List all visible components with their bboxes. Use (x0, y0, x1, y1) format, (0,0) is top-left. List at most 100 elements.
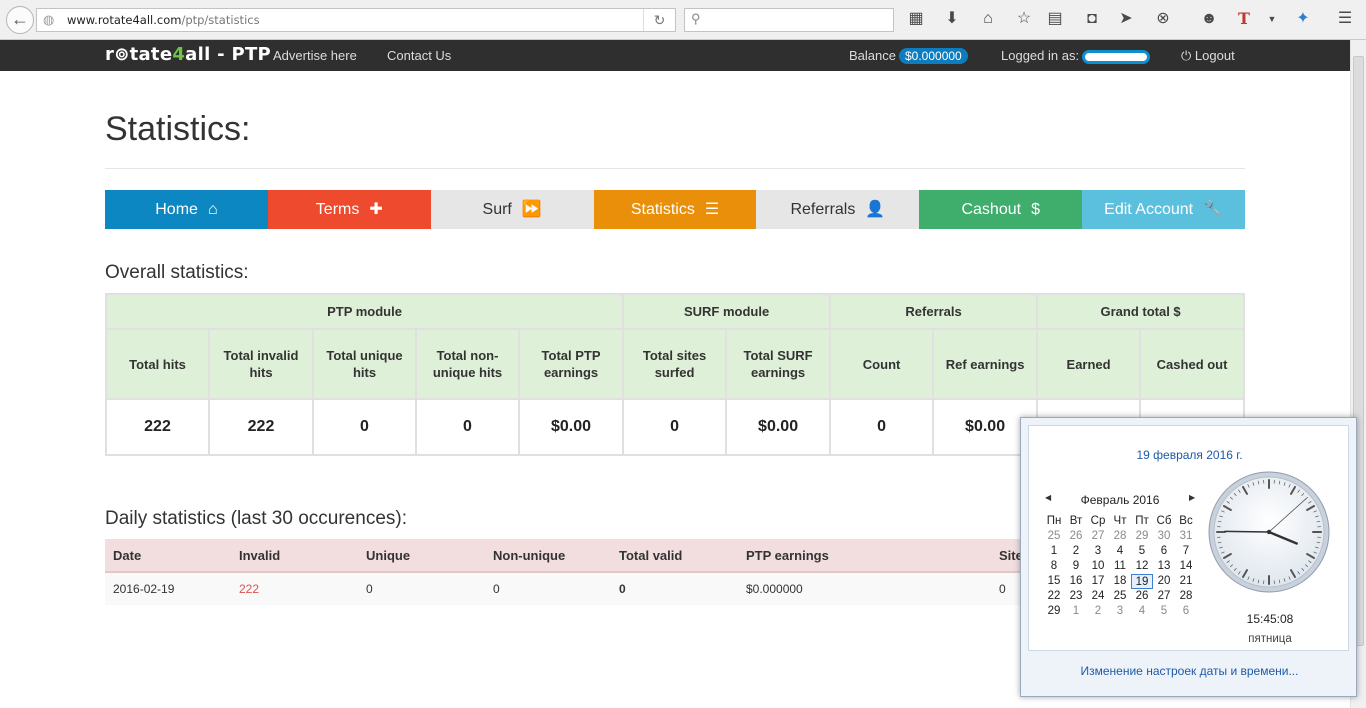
advertise-link[interactable]: Advertise here (273, 48, 357, 63)
calendar-week: 8 9 10 11 12 13 14 (1043, 559, 1199, 574)
pocket-icon[interactable]: ◘ (1082, 9, 1102, 29)
logout-link[interactable]: ⏻ Logout (1181, 48, 1235, 64)
next-month-icon[interactable]: ▶ (1189, 493, 1195, 502)
calendar-day[interactable]: 1 (1065, 604, 1087, 619)
chat-icon[interactable]: ☻ (1199, 9, 1219, 29)
page-title: Statistics: (105, 110, 251, 148)
long-date-link[interactable]: 19 февраля 2016 г. (1029, 448, 1350, 462)
calendar-day[interactable]: 15 (1043, 574, 1065, 589)
calendar-day[interactable]: 24 (1087, 589, 1109, 604)
adblock-icon[interactable]: ⊗ (1153, 9, 1173, 29)
calendar-day[interactable]: 2 (1065, 544, 1087, 559)
calendar-day[interactable]: 31 (1175, 529, 1197, 544)
calendar-day[interactable]: 12 (1131, 559, 1153, 574)
menu-surf-button[interactable]: Surf ⏩ (430, 190, 594, 229)
bookmark-star-icon[interactable]: ☆ (1014, 9, 1034, 29)
calendar-day[interactable]: 6 (1175, 604, 1197, 619)
calendar-day[interactable]: 1 (1043, 544, 1065, 559)
reload-icon[interactable]: ↻ (643, 9, 675, 31)
table-cell[interactable]: 222 (231, 572, 358, 605)
table-cell: 0 (611, 572, 738, 605)
calendar-day[interactable]: 3 (1087, 544, 1109, 559)
username-badge[interactable] (1082, 49, 1151, 64)
weekday-label: Сб (1156, 515, 1172, 527)
calendar-day[interactable]: 4 (1109, 544, 1131, 559)
accessibility-icon[interactable]: ✦ (1293, 9, 1313, 29)
main-menu: Home ⌂ Terms ✚ Surf ⏩ Statistics ☰ Referrals 👤 Cas… (105, 190, 1246, 229)
calendar-day[interactable]: 23 (1065, 589, 1087, 604)
site-navbar: r⊚tate4all - PTP Advertise here Contact … (0, 40, 1350, 71)
calendar-day[interactable]: 10 (1087, 559, 1109, 574)
calendar-day[interactable]: 11 (1109, 559, 1131, 574)
calendar-grid: Пн Вт Ср Чт Пт Сб Вс 25 26 27 28 29 30 31 1 2 3 4 5 6 7 8 9 10 1… (1043, 514, 1199, 619)
weekday-label: Пт (1135, 515, 1149, 527)
chevron-down-icon[interactable]: ▼ (1262, 9, 1282, 29)
calendar-day[interactable]: 16 (1065, 574, 1087, 589)
calendar-day[interactable]: 5 (1153, 604, 1175, 619)
calendar-day[interactable]: 21 (1175, 574, 1197, 589)
translate-t-icon[interactable]: T (1234, 9, 1254, 29)
calendar-day[interactable]: 20 (1153, 574, 1175, 589)
calendar-day[interactable]: 18 (1109, 574, 1131, 589)
calendar-day[interactable]: 2 (1087, 604, 1109, 619)
calendar-day[interactable]: 26 (1131, 589, 1153, 604)
menu-terms-button[interactable]: Terms ✚ (267, 190, 431, 229)
calendar-day[interactable]: 28 (1175, 589, 1197, 604)
calendar-day[interactable]: 26 (1065, 529, 1087, 544)
globe-icon: ◍ (43, 12, 55, 27)
calendar-day[interactable]: 14 (1175, 559, 1197, 574)
contact-link[interactable]: Contact Us (387, 48, 451, 63)
menu-referrals-button[interactable]: Referrals 👤 (756, 190, 920, 229)
calendar-day[interactable]: 13 (1153, 559, 1175, 574)
brand-logo[interactable]: r⊚tate4all - PTP (105, 44, 271, 65)
menu-edit-account-button[interactable]: Edit Account 🔧 (1082, 190, 1246, 229)
calendar-day[interactable]: 28 (1109, 529, 1131, 544)
calendar-day[interactable]: 25 (1109, 589, 1131, 604)
back-arrow-icon[interactable]: ← (6, 6, 34, 34)
search-input[interactable]: ⚲ (684, 8, 894, 32)
calendar-day[interactable]: 27 (1153, 589, 1175, 604)
menu-statistics-button[interactable]: Statistics ☰ (593, 190, 757, 229)
bookmarks-list-icon[interactable]: ▤ (1045, 9, 1065, 29)
calendar-day[interactable]: 27 (1087, 529, 1109, 544)
calendar-day[interactable]: 6 (1153, 544, 1175, 559)
column-header: Total hits (105, 328, 210, 400)
calendar-day[interactable]: 29 (1043, 604, 1065, 619)
wrench-icon: 🔧 (1203, 201, 1224, 218)
calendar-day[interactable]: 22 (1043, 589, 1065, 604)
month-title[interactable]: Февраль 2016 (1045, 493, 1195, 507)
calendar-day[interactable]: 4 (1131, 604, 1153, 619)
calendar-day[interactable]: 17 (1087, 574, 1109, 589)
hamburger-menu-icon[interactable]: ☰ (1335, 9, 1355, 29)
weekday-label: Вс (1179, 515, 1193, 527)
calendar-day[interactable]: 9 (1065, 559, 1087, 574)
stat-value: 0 (622, 398, 728, 456)
calendar-day[interactable]: 29 (1131, 529, 1153, 544)
send-icon[interactable]: ➤ (1116, 9, 1136, 29)
calendar-day[interactable]: 25 (1043, 529, 1065, 544)
column-header: Unique (358, 539, 485, 573)
table-cell: 0 (358, 572, 485, 605)
calendar-day[interactable]: 8 (1043, 559, 1065, 574)
stat-value: 222 (208, 398, 314, 456)
divider (105, 168, 1245, 169)
column-header: Total non-unique hits (415, 328, 520, 400)
previous-month-icon[interactable]: ◀ (1045, 493, 1051, 502)
calendar-day[interactable]: 30 (1153, 529, 1175, 544)
date-settings-link[interactable]: Изменение настроек даты и времени... (1021, 664, 1358, 678)
address-bar[interactable]: ◍ www.rotate4all.com/ptp/statistics ↻ (36, 8, 676, 32)
home-browser-icon[interactable]: ⌂ (978, 9, 998, 29)
calendar-day[interactable]: 7 (1175, 544, 1197, 559)
url-text[interactable]: www.rotate4all.com/ptp/statistics (67, 9, 260, 31)
menu-cashout-button[interactable]: Cashout $ (919, 190, 1083, 229)
user-icon: 👤 (865, 201, 886, 218)
download-icon[interactable]: ⬇ (942, 9, 962, 29)
calendar-day[interactable]: 3 (1109, 604, 1131, 619)
column-header: PTP earnings (738, 539, 991, 573)
calendar-day[interactable]: 19 (1131, 574, 1153, 589)
menu-label: Cashout (961, 201, 1022, 218)
menu-label: Statistics (630, 201, 695, 218)
extension-icon[interactable]: ▦ (906, 9, 926, 29)
calendar-day[interactable]: 5 (1131, 544, 1153, 559)
menu-home-button[interactable]: Home ⌂ (105, 190, 268, 229)
